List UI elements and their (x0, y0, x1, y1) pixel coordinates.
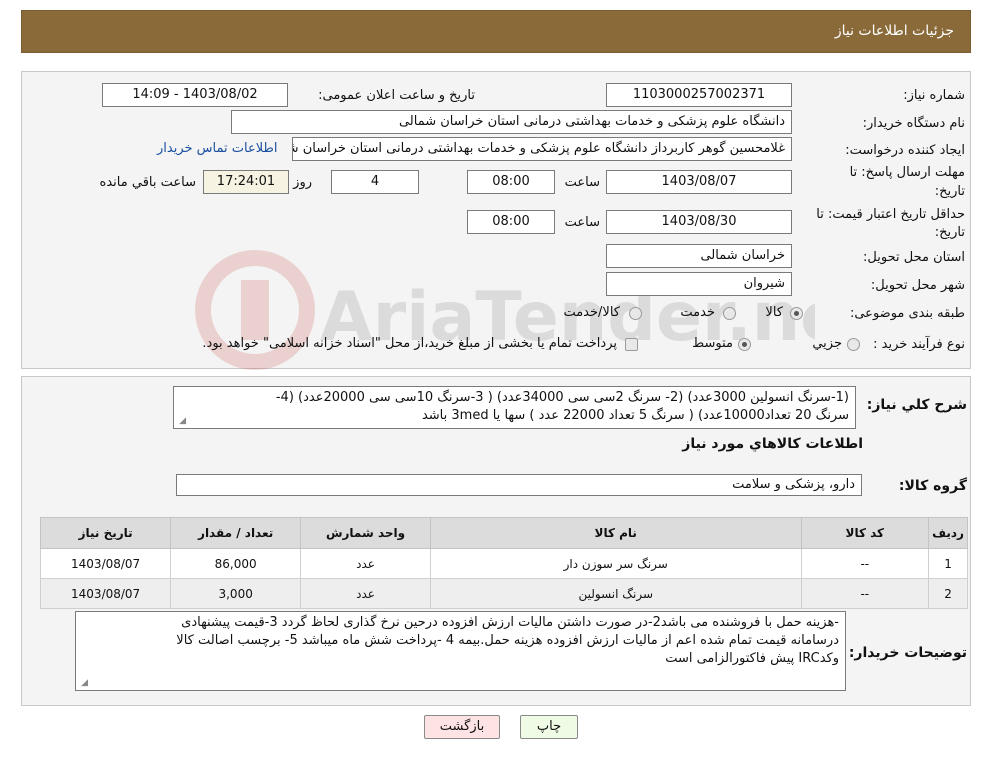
process-medium-radio[interactable] (738, 338, 751, 351)
deadline-label: مهلت ارسال پاسخ: تا (849, 165, 965, 180)
validity-time-field[interactable]: 08:00 (467, 210, 555, 234)
validity-date-field[interactable]: 1403/08/30 (606, 210, 792, 234)
remaining-time-field[interactable]: 17:24:01 (203, 170, 289, 194)
goods-group-label: گروه کالا: (898, 478, 967, 494)
deadline-time-label: ساعت (564, 175, 600, 190)
summary-label: شرح كلي نياز: (866, 397, 967, 413)
table-row[interactable]: 1 -- سرنگ سر سوزن دار عدد 86,000 1403/08… (39, 548, 968, 579)
cell-goods-code: -- (800, 548, 930, 579)
deadline-label-date: تاریخ: (934, 184, 965, 199)
need-number-label: شماره نیاز: (903, 88, 965, 103)
category-goods-label: کالا (765, 305, 783, 320)
col-need-date: تاریخ نیاز (39, 517, 172, 549)
city-label: شهر محل تحویل: (870, 278, 965, 293)
deadline-time-field[interactable]: 08:00 (467, 170, 555, 194)
category-goods-service-label: کالا/خدمت (563, 305, 620, 320)
page-header: جزئیات اطلاعات نیاز (21, 10, 971, 53)
province-label: استان محل تحویل: (863, 250, 965, 265)
cell-row-number: 2 (928, 578, 968, 609)
process-minor-radio[interactable] (847, 338, 860, 351)
cell-unit: عدد (300, 578, 431, 609)
buyer-notes-textarea[interactable]: -هزینه حمل با فروشنده می باشد2-در صورت د… (75, 611, 846, 691)
need-number-field[interactable]: 1103000257002371 (606, 83, 792, 107)
col-unit: واحد شمارش (300, 517, 431, 549)
buyer-contact-link[interactable]: اطلاعات تماس خریدار (157, 141, 277, 156)
buyer-notes-line-3: وکدIRC پیش فاکتورالزامی است (665, 651, 839, 666)
table-row[interactable]: 2 -- سرنگ انسولین عدد 3,000 1403/08/07 (39, 578, 968, 609)
process-label: نوع فرآیند خرید : (873, 337, 965, 352)
buyer-notes-label: توضیحات خریدار: (848, 645, 967, 661)
back-button[interactable]: بازگشت (424, 715, 500, 739)
summary-line-1: (1-سرنگ انسولین 3000عدد) (2- سرنگ 2سی سی… (275, 390, 849, 405)
process-minor-label: جزیي (812, 336, 842, 351)
summary-line-2: سرنگ 20 تعداد10000عدد) ( سرنگ 5 تعداد 22… (421, 408, 849, 423)
resize-grip-icon[interactable]: ◢ (177, 417, 186, 426)
announce-label: تاریخ و ساعت اعلان عمومی: (318, 88, 475, 103)
cell-quantity: 86,000 (170, 548, 302, 579)
city-field[interactable]: شیروان (606, 272, 792, 296)
process-note: پرداخت تمام یا بخشی از مبلغ خرید،از محل … (202, 336, 617, 351)
table-header-row: ردیف کد کالا نام کالا واحد شمارش تعداد /… (39, 517, 968, 549)
validity-label-date: تاریخ: (934, 225, 965, 240)
process-medium-label: متوسط (692, 336, 733, 351)
cell-need-date: 1403/08/07 (39, 548, 172, 579)
category-service-label: خدمت (680, 305, 715, 320)
cell-need-date: 1403/08/07 (39, 578, 172, 609)
validity-label: حداقل تاریخ اعتبار قیمت: تا (816, 207, 965, 222)
goods-table: ردیف کد کالا نام کالا واحد شمارش تعداد /… (39, 517, 968, 609)
deadline-date-field[interactable]: 1403/08/07 (606, 170, 792, 194)
col-row-number: ردیف (928, 517, 968, 549)
buyer-org-field[interactable]: دانشگاه علوم پزشکی و خدمات بهداشتی درمان… (231, 110, 792, 134)
category-label: طبقه بندی موضوعی: (849, 306, 965, 321)
buyer-org-label: نام دستگاه خریدار: (862, 116, 965, 131)
goods-group-field[interactable]: دارو، پزشکی و سلامت (176, 474, 862, 496)
col-quantity: تعداد / مقدار (170, 517, 302, 549)
buyer-notes-line-2: درسامانه قیمت تمام شده اعم از مالیات ارز… (176, 633, 839, 648)
cell-unit: عدد (300, 548, 431, 579)
col-goods-code: کد کالا (800, 517, 930, 549)
treasury-checkbox[interactable] (625, 338, 638, 351)
category-goods-radio[interactable] (790, 307, 803, 320)
page-title: جزئیات اطلاعات نیاز (834, 23, 954, 39)
category-goods-service-radio[interactable] (629, 307, 642, 320)
days-remaining-field[interactable]: 4 (331, 170, 419, 194)
resize-grip-icon[interactable]: ◢ (79, 679, 88, 688)
creator-label: ایجاد کننده درخواست: (845, 143, 965, 158)
goods-info-title: اطلاعات كالاهاي مورد نياز (682, 436, 863, 452)
cell-quantity: 3,000 (170, 578, 302, 609)
summary-textarea[interactable]: (1-سرنگ انسولین 3000عدد) (2- سرنگ 2سی سی… (173, 386, 856, 429)
validity-time-label: ساعت (564, 215, 600, 230)
buyer-notes-line-1: -هزینه حمل با فروشنده می باشد2-در صورت د… (181, 615, 839, 630)
category-service-radio[interactable] (723, 307, 736, 320)
cell-goods-code: -- (800, 578, 930, 609)
cell-goods-name: سرنگ انسولین (429, 578, 802, 609)
print-button[interactable]: چاپ (520, 715, 578, 739)
cell-row-number: 1 (928, 548, 968, 579)
announce-datetime-field[interactable]: 1403/08/02 - 14:09 (102, 83, 288, 107)
creator-field[interactable]: غلامحسین گوهر کاربرداز دانشگاه علوم پزشک… (292, 137, 792, 161)
remaining-time-label: ساعت باقي مانده (99, 175, 196, 190)
province-field[interactable]: خراسان شمالی (606, 244, 792, 268)
cell-goods-name: سرنگ سر سوزن دار (429, 548, 802, 579)
col-goods-name: نام کالا (429, 517, 802, 549)
